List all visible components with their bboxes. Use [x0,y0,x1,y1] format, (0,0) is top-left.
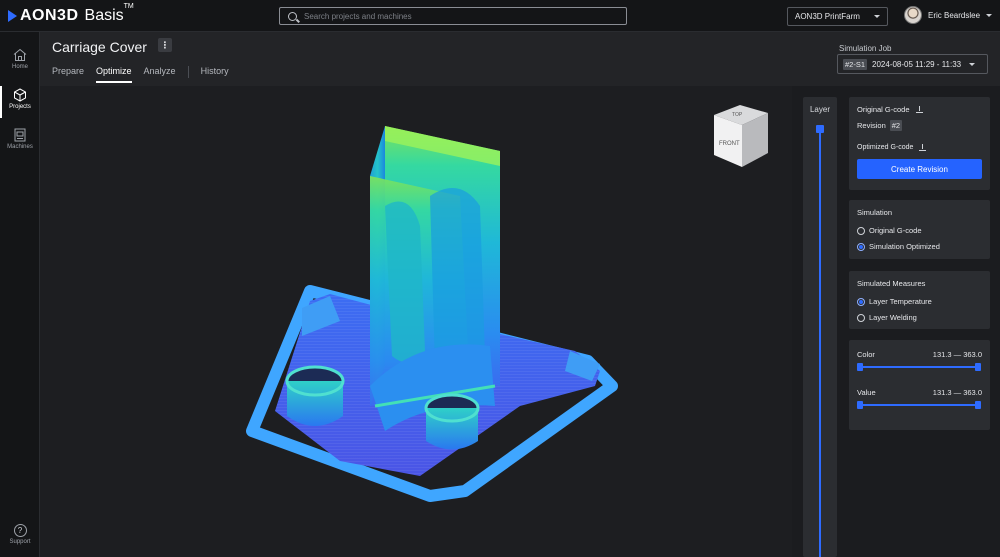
printfarm-dropdown[interactable]: AON3D PrintFarm [787,7,888,26]
radio-label: Original G-code [869,226,922,235]
support-button[interactable]: ? Support [0,524,40,545]
radio-layer-welding[interactable]: Layer Welding [857,313,917,322]
radio-label: Layer Welding [869,313,917,322]
top-bar: AON3D BasisTM AON3D PrintFarm Eric Beard… [0,0,1000,32]
tab-bar: Prepare Optimize Analyze History [52,66,241,83]
view-cube-top-label[interactable]: TOP [732,112,742,118]
radio-button[interactable] [857,242,865,251]
tab-optimize[interactable]: Optimize [96,66,132,83]
color-label: Color [857,350,875,359]
color-range-value: 131.3 — 363.0 [932,350,982,359]
radio-button[interactable] [857,297,865,306]
nav-item-label: Home [11,64,28,70]
radio-label: Layer Temperature [869,297,932,306]
tab-history[interactable]: History [201,66,229,83]
simulation-panel: Simulation Original G-code Simulation Op… [849,200,990,259]
simulated-measures-panel: Simulated Measures Layer Temperature Lay… [849,271,990,329]
gcode-panel: Original G-code Revision #2 Optimized G-… [849,97,990,190]
radio-label: Simulation Optimized [869,242,940,251]
logo-product-name: Basis [84,7,124,24]
color-range-header: Color 131.3 — 363.0 [857,350,982,359]
logo-brand: AON3D [20,7,79,24]
color-range-max-handle[interactable] [975,363,981,371]
simulation-job-badge: #2-S1 [843,58,868,70]
revision-badge: #2 [889,120,903,131]
page-header: Carriage Cover ⋮ Prepare Optimize Analyz… [40,32,1000,86]
printfarm-label: AON3D PrintFarm [795,12,860,21]
help-icon: ? [13,524,27,537]
nav-item-projects[interactable]: Projects [0,84,40,120]
layer-label: Layer [809,105,830,114]
nav-item-label: Projects [9,104,31,110]
support-label: Support [9,539,31,545]
layer-slider-handle[interactable] [816,125,824,133]
tab-analyze[interactable]: Analyze [144,66,176,83]
printer-icon [14,128,26,142]
user-menu[interactable]: Eric Beardslee [904,6,993,24]
radio-simulation-optimized[interactable]: Simulation Optimized [857,242,940,251]
chevron-down-icon [969,62,976,66]
chevron-down-icon [874,15,880,18]
search-input[interactable] [304,11,604,21]
nav-item-machines[interactable]: Machines [0,124,40,160]
chevron-down-icon [986,13,993,17]
nav-item-label: Machines [7,144,33,150]
cube-icon [14,88,26,102]
radio-layer-temperature[interactable]: Layer Temperature [857,297,932,306]
part-model[interactable] [40,86,792,557]
value-range-max-handle[interactable] [975,401,981,409]
nav-item-home[interactable]: Home [0,44,40,80]
optimized-gcode-label: Optimized G-code [857,144,914,151]
radio-button[interactable] [857,313,865,322]
download-icon[interactable] [919,144,927,151]
tab-prepare[interactable]: Prepare [52,66,84,83]
value-range-min-handle[interactable] [857,401,863,409]
layer-slider-track[interactable] [819,129,821,557]
color-range-track[interactable] [859,366,979,368]
view-cube-front-label[interactable]: FRONT [719,141,740,147]
logo-trademark: TM [123,3,134,10]
tab-divider [187,66,189,78]
avatar [904,6,922,24]
radio-original-gcode[interactable]: Original G-code [857,226,922,235]
logo-product: BasisTM [84,3,134,25]
create-revision-button[interactable]: Create Revision [857,159,982,179]
simulation-job-dropdown[interactable]: #2-S1 2024-08-05 11:29 - 11:33 [837,54,988,74]
logo-chevron-icon [8,10,17,22]
measures-title: Simulated Measures [857,279,926,288]
3d-viewport[interactable]: TOP FRONT [40,86,792,557]
simulation-job-label: Simulation Job [839,44,892,53]
view-cube[interactable]: TOP FRONT [710,101,772,178]
layer-slider-panel: Layer [803,97,837,557]
simulation-job-value: 2024-08-05 11:29 - 11:33 [872,59,962,69]
left-nav: Home Projects Machines [0,32,40,557]
search-box[interactable] [279,7,627,25]
simulation-title: Simulation [857,208,893,217]
value-label: Value [857,388,876,397]
page-title: Carriage Cover [52,39,147,55]
color-range-min-handle[interactable] [857,363,863,371]
app-logo[interactable]: AON3D BasisTM [8,3,134,26]
value-range-header: Value 131.3 — 363.0 [857,388,982,397]
more-options-button[interactable]: ⋮ [158,38,172,52]
revision-row: Revision #2 [857,120,903,131]
home-icon [13,48,27,61]
optimized-gcode-row: Optimized G-code [857,144,927,151]
original-gcode-label: Original G-code [857,105,910,114]
range-panel: Color 131.3 — 363.0 Value 131.3 — 363.0 [849,340,990,430]
original-gcode-row: Original G-code [857,105,923,114]
revision-label: Revision [857,121,886,130]
radio-button[interactable] [857,226,865,235]
search-icon [288,11,297,21]
download-icon[interactable] [915,106,923,113]
user-name: Eric Beardslee [928,10,981,20]
value-range-value: 131.3 — 363.0 [932,388,982,397]
value-range-track[interactable] [859,404,979,406]
